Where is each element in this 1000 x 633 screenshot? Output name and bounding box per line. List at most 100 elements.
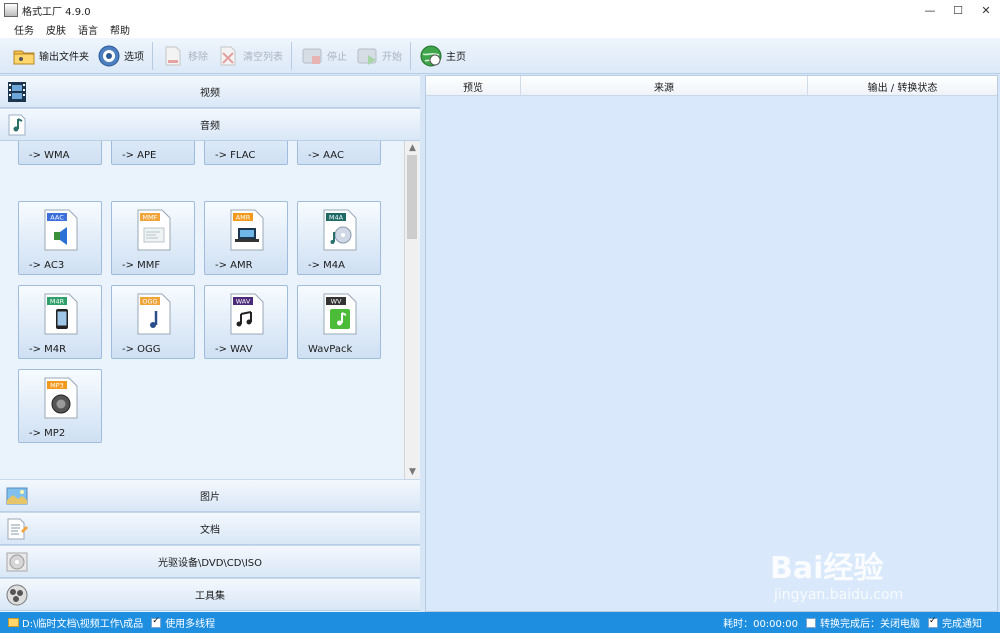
laptop-icon: AMR bbox=[230, 209, 264, 251]
multithread-checkbox[interactable] bbox=[151, 616, 162, 628]
stop-icon bbox=[302, 48, 322, 64]
badge-text: M4A bbox=[329, 214, 344, 222]
category-label: 图片 bbox=[200, 492, 220, 503]
close-button[interactable]: ✕ bbox=[972, 0, 1000, 20]
format-label: -> FLAC bbox=[215, 150, 256, 161]
after-done-checkbox[interactable] bbox=[806, 617, 816, 628]
category-tools[interactable]: 工具集 bbox=[0, 578, 420, 611]
gear-icon bbox=[98, 45, 120, 66]
stop-label: 停止 bbox=[327, 52, 347, 63]
maximize-button[interactable]: ☐ bbox=[944, 0, 972, 20]
status-bar: D:\临时文档\视频工作\成品 使用多线程 耗时：00:00:00 转换完成后：… bbox=[0, 612, 1000, 633]
remove-icon bbox=[165, 46, 181, 65]
document-icon bbox=[7, 518, 28, 540]
baidu-watermark: Bai经验 jingyan.baidu.com bbox=[770, 535, 950, 615]
category-video[interactable]: 视频 bbox=[0, 75, 420, 108]
toolbar-separator bbox=[291, 41, 292, 70]
clear-list-button[interactable]: 清空列表 bbox=[212, 41, 287, 71]
ape-icon bbox=[136, 141, 172, 142]
clear-icon bbox=[220, 46, 236, 65]
category-rom-device[interactable]: 光驱设备\DVD\CD\ISO bbox=[0, 545, 420, 578]
menu-help[interactable]: 帮助 bbox=[104, 22, 136, 37]
format-tile-mp2[interactable]: MP3 -> MP2 bbox=[18, 369, 102, 443]
format-tile-mmf[interactable]: MMF -> MMF bbox=[111, 201, 195, 275]
badge-text: M4R bbox=[50, 298, 65, 306]
format-tile-ac3[interactable]: AAC -> AC3 bbox=[18, 201, 102, 275]
column-preview[interactable]: 预览 bbox=[426, 76, 521, 96]
output-folder-label: 输出文件夹 bbox=[39, 52, 89, 63]
stop-button[interactable]: 停止 bbox=[296, 41, 351, 71]
remove-label: 移除 bbox=[188, 52, 208, 63]
format-label: -> APE bbox=[122, 150, 157, 161]
category-label: 音频 bbox=[200, 121, 220, 132]
title-bar: 格式工厂 4.9.0 — ☐ ✕ bbox=[0, 0, 1000, 20]
phone-icon: M4R bbox=[44, 293, 78, 335]
music-note-icon bbox=[8, 114, 26, 136]
scroll-thumb[interactable] bbox=[407, 155, 417, 239]
menu-skin[interactable]: 皮肤 bbox=[40, 22, 72, 37]
format-tile-ogg[interactable]: OGG -> OGG bbox=[111, 285, 195, 359]
window-title: 格式工厂 4.9.0 bbox=[22, 6, 91, 18]
task-list-header: 预览 来源 输出 / 转换状态 bbox=[426, 76, 997, 96]
notify-label: 完成通知 bbox=[942, 619, 982, 630]
elapsed-time: 耗时：00:00:00 bbox=[723, 619, 798, 630]
after-done-label: 转换完成后：关闭电脑 bbox=[820, 619, 920, 630]
category-label: 视频 bbox=[200, 88, 220, 99]
toolbar-separator bbox=[152, 41, 153, 70]
format-label: -> MMF bbox=[122, 260, 161, 271]
window-controls: — ☐ ✕ bbox=[916, 0, 1000, 20]
toolbox-icon bbox=[6, 584, 28, 606]
notify-checkbox[interactable] bbox=[928, 616, 938, 628]
format-tile-m4a[interactable]: M4A -> M4A bbox=[297, 201, 381, 275]
menu-task[interactable]: 任务 bbox=[8, 22, 40, 37]
format-tile-wav[interactable]: WAV -> WAV bbox=[204, 285, 288, 359]
format-label: -> WAV bbox=[215, 344, 253, 355]
column-output-status[interactable]: 输出 / 转换状态 bbox=[808, 76, 997, 96]
speaker-cone-icon: MP3 bbox=[44, 377, 78, 419]
speaker-icon: AAC bbox=[44, 209, 78, 251]
format-tile-ape[interactable]: -> APE bbox=[111, 141, 195, 165]
start-button[interactable]: 开始 bbox=[351, 41, 406, 71]
category-label: 文档 bbox=[200, 525, 220, 536]
badge-text: MMF bbox=[143, 214, 158, 222]
output-folder-button[interactable]: 输出文件夹 bbox=[8, 41, 93, 71]
minimize-button[interactable]: — bbox=[916, 0, 944, 20]
start-icon bbox=[357, 48, 377, 65]
home-button[interactable]: 主页 bbox=[415, 41, 470, 71]
status-right: 耗时：00:00:00 转换完成后：关闭电脑 完成通知 bbox=[723, 615, 1000, 631]
format-tile-flac[interactable]: -> FLAC bbox=[204, 141, 288, 165]
category-document[interactable]: 文档 bbox=[0, 512, 420, 545]
format-tile-aac[interactable]: -> AAC bbox=[297, 141, 381, 165]
category-image[interactable]: 图片 bbox=[0, 479, 420, 512]
scroll-down-icon[interactable]: ▼ bbox=[405, 465, 420, 479]
category-label: 工具集 bbox=[195, 591, 225, 602]
category-audio[interactable]: 音频 bbox=[0, 108, 420, 141]
menu-language[interactable]: 语言 bbox=[72, 22, 104, 37]
column-source[interactable]: 来源 bbox=[521, 76, 808, 96]
audio-format-grid: -> WMA -> APE -> FLAC -> AAC AAC -> AC3 … bbox=[0, 141, 404, 479]
options-button[interactable]: 选项 bbox=[93, 41, 148, 71]
music-notes-icon: WAV bbox=[230, 293, 264, 335]
format-tile-wma[interactable]: -> WMA bbox=[18, 141, 102, 165]
headphones-icon bbox=[229, 141, 265, 142]
format-label: -> MP2 bbox=[29, 428, 66, 439]
start-label: 开始 bbox=[382, 52, 402, 63]
options-label: 选项 bbox=[124, 52, 144, 63]
speaker-icon bbox=[322, 141, 358, 142]
format-tile-m4r[interactable]: M4R -> M4R bbox=[18, 285, 102, 359]
remove-button[interactable]: 移除 bbox=[157, 41, 212, 71]
watermark-url: jingyan.baidu.com bbox=[774, 587, 904, 603]
film-icon bbox=[8, 82, 26, 102]
home-label: 主页 bbox=[446, 52, 466, 63]
task-list-panel[interactable]: 预览 来源 输出 / 转换状态 bbox=[425, 75, 998, 612]
format-label: -> M4A bbox=[308, 260, 345, 271]
output-path[interactable]: D:\临时文档\视频工作\成品 bbox=[22, 615, 143, 630]
scroll-up-icon[interactable]: ▲ bbox=[405, 141, 420, 155]
format-tile-wavpack[interactable]: WV WavPack bbox=[297, 285, 381, 359]
image-icon bbox=[6, 487, 28, 505]
globe-icon bbox=[420, 45, 442, 66]
format-label: WavPack bbox=[308, 344, 353, 355]
format-grid-scrollbar[interactable]: ▲ ▼ bbox=[404, 141, 419, 479]
format-tile-amr[interactable]: AMR -> AMR bbox=[204, 201, 288, 275]
watermark-brand: Bai经验 bbox=[770, 551, 884, 586]
